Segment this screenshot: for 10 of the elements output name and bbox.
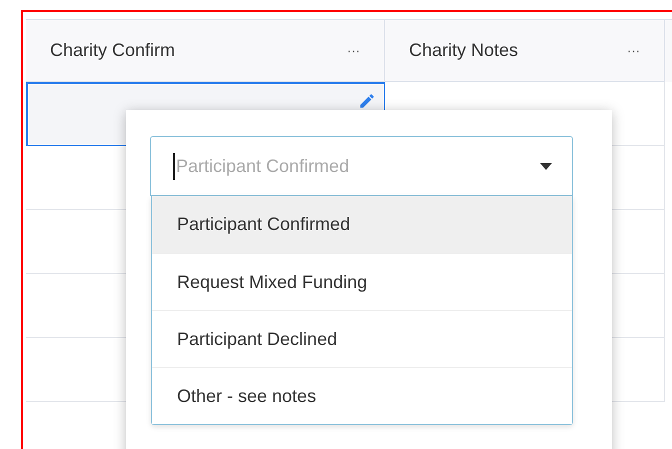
pencil-icon[interactable] [358, 92, 376, 110]
option-item[interactable]: Other - see notes [152, 367, 572, 424]
option-item[interactable]: Participant Declined [152, 310, 572, 367]
caret-icon [540, 162, 552, 170]
column-menu-button[interactable]: ··· [347, 40, 360, 60]
select-input[interactable]: Participant Confirmed [173, 152, 493, 180]
option-item[interactable]: Participant Confirmed [152, 196, 572, 253]
column-header[interactable]: Charity Notes ··· [385, 20, 665, 82]
column-menu-button[interactable]: ··· [627, 40, 640, 60]
option-item[interactable]: Request Mixed Funding [152, 253, 572, 310]
